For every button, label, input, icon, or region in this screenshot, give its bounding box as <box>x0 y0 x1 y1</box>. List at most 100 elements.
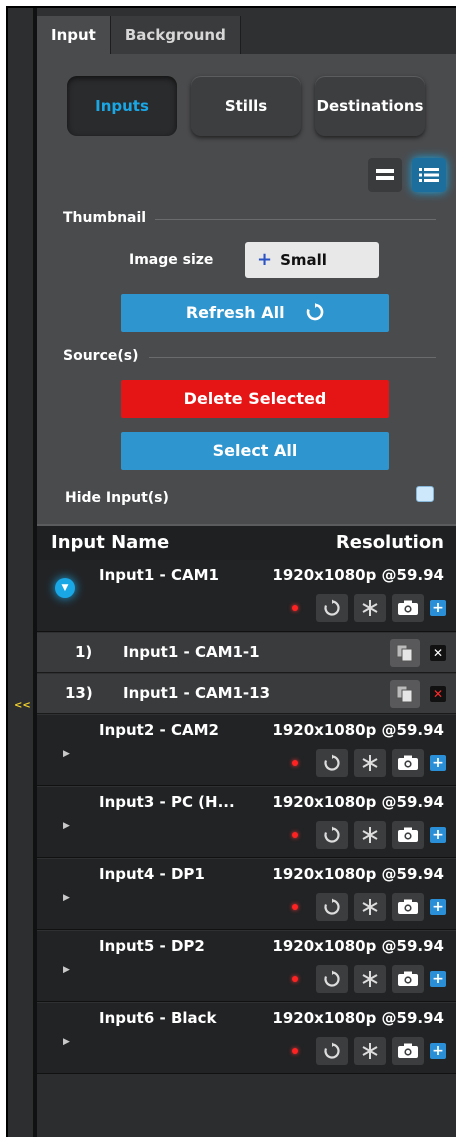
snowflake-icon <box>362 899 378 915</box>
input-name: Input1 - CAM1 <box>99 566 219 584</box>
thumbnail-section-label: Thumbnail <box>63 210 147 226</box>
inputs-button[interactable]: Inputs <box>67 76 177 136</box>
copy-button[interactable] <box>390 639 420 667</box>
refresh-icon <box>324 1042 340 1059</box>
still-item[interactable]: 13) Input1 - CAM1-13 ✕ <box>37 674 456 714</box>
refresh-icon <box>306 303 324 321</box>
input-name: Input4 - DP1 <box>99 865 205 883</box>
row-actions: + <box>292 821 446 849</box>
list-view-button[interactable] <box>412 158 446 192</box>
image-size-label: Image size <box>129 252 214 268</box>
divider <box>149 357 436 358</box>
snowflake-icon <box>362 600 378 616</box>
refresh-thumbnail-button[interactable] <box>316 1037 348 1065</box>
freeze-button[interactable] <box>354 594 386 622</box>
expand-arrow-icon[interactable]: ▶ <box>63 749 70 759</box>
input-resolution: 1920x1080p @59.94 <box>272 721 444 739</box>
input-row[interactable]: ▶ Input5 - DP2 1920x1080p @59.94 + <box>37 931 456 1002</box>
input-resolution: 1920x1080p @59.94 <box>272 793 444 811</box>
refresh-icon <box>324 826 340 843</box>
add-still-button[interactable]: + <box>430 971 446 987</box>
collapse-arrow-icon[interactable]: ▼ <box>55 578 75 598</box>
still-name: Input1 - CAM1-1 <box>123 643 260 661</box>
refresh-thumbnail-button[interactable] <box>316 594 348 622</box>
refresh-icon <box>324 898 340 915</box>
still-index: 13) <box>65 684 93 702</box>
delete-still-button[interactable]: ✕ <box>430 686 446 702</box>
input-row[interactable]: ▶ Input3 - PC (H... 1920x1080p @59.94 + <box>37 787 456 858</box>
camera-icon <box>398 755 418 770</box>
capture-still-button[interactable] <box>392 893 424 921</box>
refresh-thumbnail-button[interactable] <box>316 821 348 849</box>
column-header-resolution[interactable]: Resolution <box>336 532 444 553</box>
input-panel: Input Background Inputs Stills Destinati… <box>37 8 456 1137</box>
freeze-button[interactable] <box>354 821 386 849</box>
freeze-button[interactable] <box>354 749 386 777</box>
sources-section-label: Source(s) <box>63 348 139 364</box>
destinations-button[interactable]: Destinations <box>315 76 425 136</box>
expand-arrow-icon[interactable]: ▶ <box>63 1037 70 1047</box>
still-index: 1) <box>75 643 93 661</box>
input-row[interactable]: ▼ Input1 - CAM1 1920x1080p @59.94 + <box>37 560 456 632</box>
refresh-all-button[interactable]: Refresh All <box>121 294 389 332</box>
list-view-icon <box>419 168 439 182</box>
hide-inputs-checkbox[interactable] <box>416 486 434 502</box>
copy-icon <box>396 644 413 662</box>
add-still-button[interactable]: + <box>430 899 446 915</box>
tab-input[interactable]: Input <box>37 16 111 54</box>
refresh-thumbnail-button[interactable] <box>316 893 348 921</box>
input-resolution: 1920x1080p @59.94 <box>272 1009 444 1027</box>
still-item[interactable]: 1) Input1 - CAM1-1 ✕ <box>37 633 456 673</box>
capture-still-button[interactable] <box>392 1037 424 1065</box>
delete-still-button[interactable]: ✕ <box>430 645 446 661</box>
capture-still-button[interactable] <box>392 821 424 849</box>
add-still-button[interactable]: + <box>430 755 446 771</box>
copy-icon <box>396 685 413 703</box>
input-row[interactable]: ▶ Input6 - Black 1920x1080p @59.94 + <box>37 1003 456 1074</box>
add-still-button[interactable]: + <box>430 600 446 616</box>
image-size-value: Small <box>280 251 327 269</box>
camera-icon <box>398 1043 418 1058</box>
freeze-button[interactable] <box>354 1037 386 1065</box>
image-size-dropdown[interactable]: + Small <box>245 242 379 278</box>
grid-view-button[interactable] <box>368 158 402 192</box>
status-dot-icon <box>292 605 298 611</box>
expand-arrow-icon[interactable]: ▶ <box>63 893 70 903</box>
snowflake-icon <box>362 827 378 843</box>
plus-icon: + <box>257 249 273 270</box>
camera-icon <box>398 600 418 615</box>
input-row[interactable]: ▶ Input2 - CAM2 1920x1080p @59.94 + <box>37 715 456 786</box>
refresh-thumbnail-button[interactable] <box>316 965 348 993</box>
collapse-panel-button[interactable]: << <box>14 700 31 711</box>
status-dot-icon <box>292 904 298 910</box>
row-actions: + <box>292 594 446 622</box>
select-all-button[interactable]: Select All <box>121 432 389 470</box>
refresh-icon <box>324 754 340 771</box>
input-row[interactable]: ▶ Input4 - DP1 1920x1080p @59.94 + <box>37 859 456 930</box>
freeze-button[interactable] <box>354 965 386 993</box>
add-still-button[interactable]: + <box>430 827 446 843</box>
row-actions: + <box>292 965 446 993</box>
status-dot-icon <box>292 760 298 766</box>
capture-still-button[interactable] <box>392 749 424 777</box>
stills-button[interactable]: Stills <box>191 76 301 136</box>
snowflake-icon <box>362 1043 378 1059</box>
tab-background[interactable]: Background <box>110 16 241 54</box>
refresh-thumbnail-button[interactable] <box>316 749 348 777</box>
list-empty-area <box>37 1074 456 1137</box>
delete-selected-button[interactable]: Delete Selected <box>121 380 389 418</box>
capture-still-button[interactable] <box>392 594 424 622</box>
capture-still-button[interactable] <box>392 965 424 993</box>
input-resolution: 1920x1080p @59.94 <box>272 865 444 883</box>
expand-arrow-icon[interactable]: ▶ <box>63 965 70 975</box>
grid-view-icon <box>376 169 394 180</box>
refresh-all-label: Refresh All <box>185 303 285 322</box>
expand-arrow-icon[interactable]: ▶ <box>63 821 70 831</box>
refresh-icon <box>324 599 340 616</box>
layout-toggle <box>368 158 446 192</box>
freeze-button[interactable] <box>354 893 386 921</box>
add-still-button[interactable]: + <box>430 1043 446 1059</box>
column-header-name[interactable]: Input Name <box>51 532 169 553</box>
input-name: Input5 - DP2 <box>99 937 205 955</box>
copy-button[interactable] <box>390 680 420 708</box>
